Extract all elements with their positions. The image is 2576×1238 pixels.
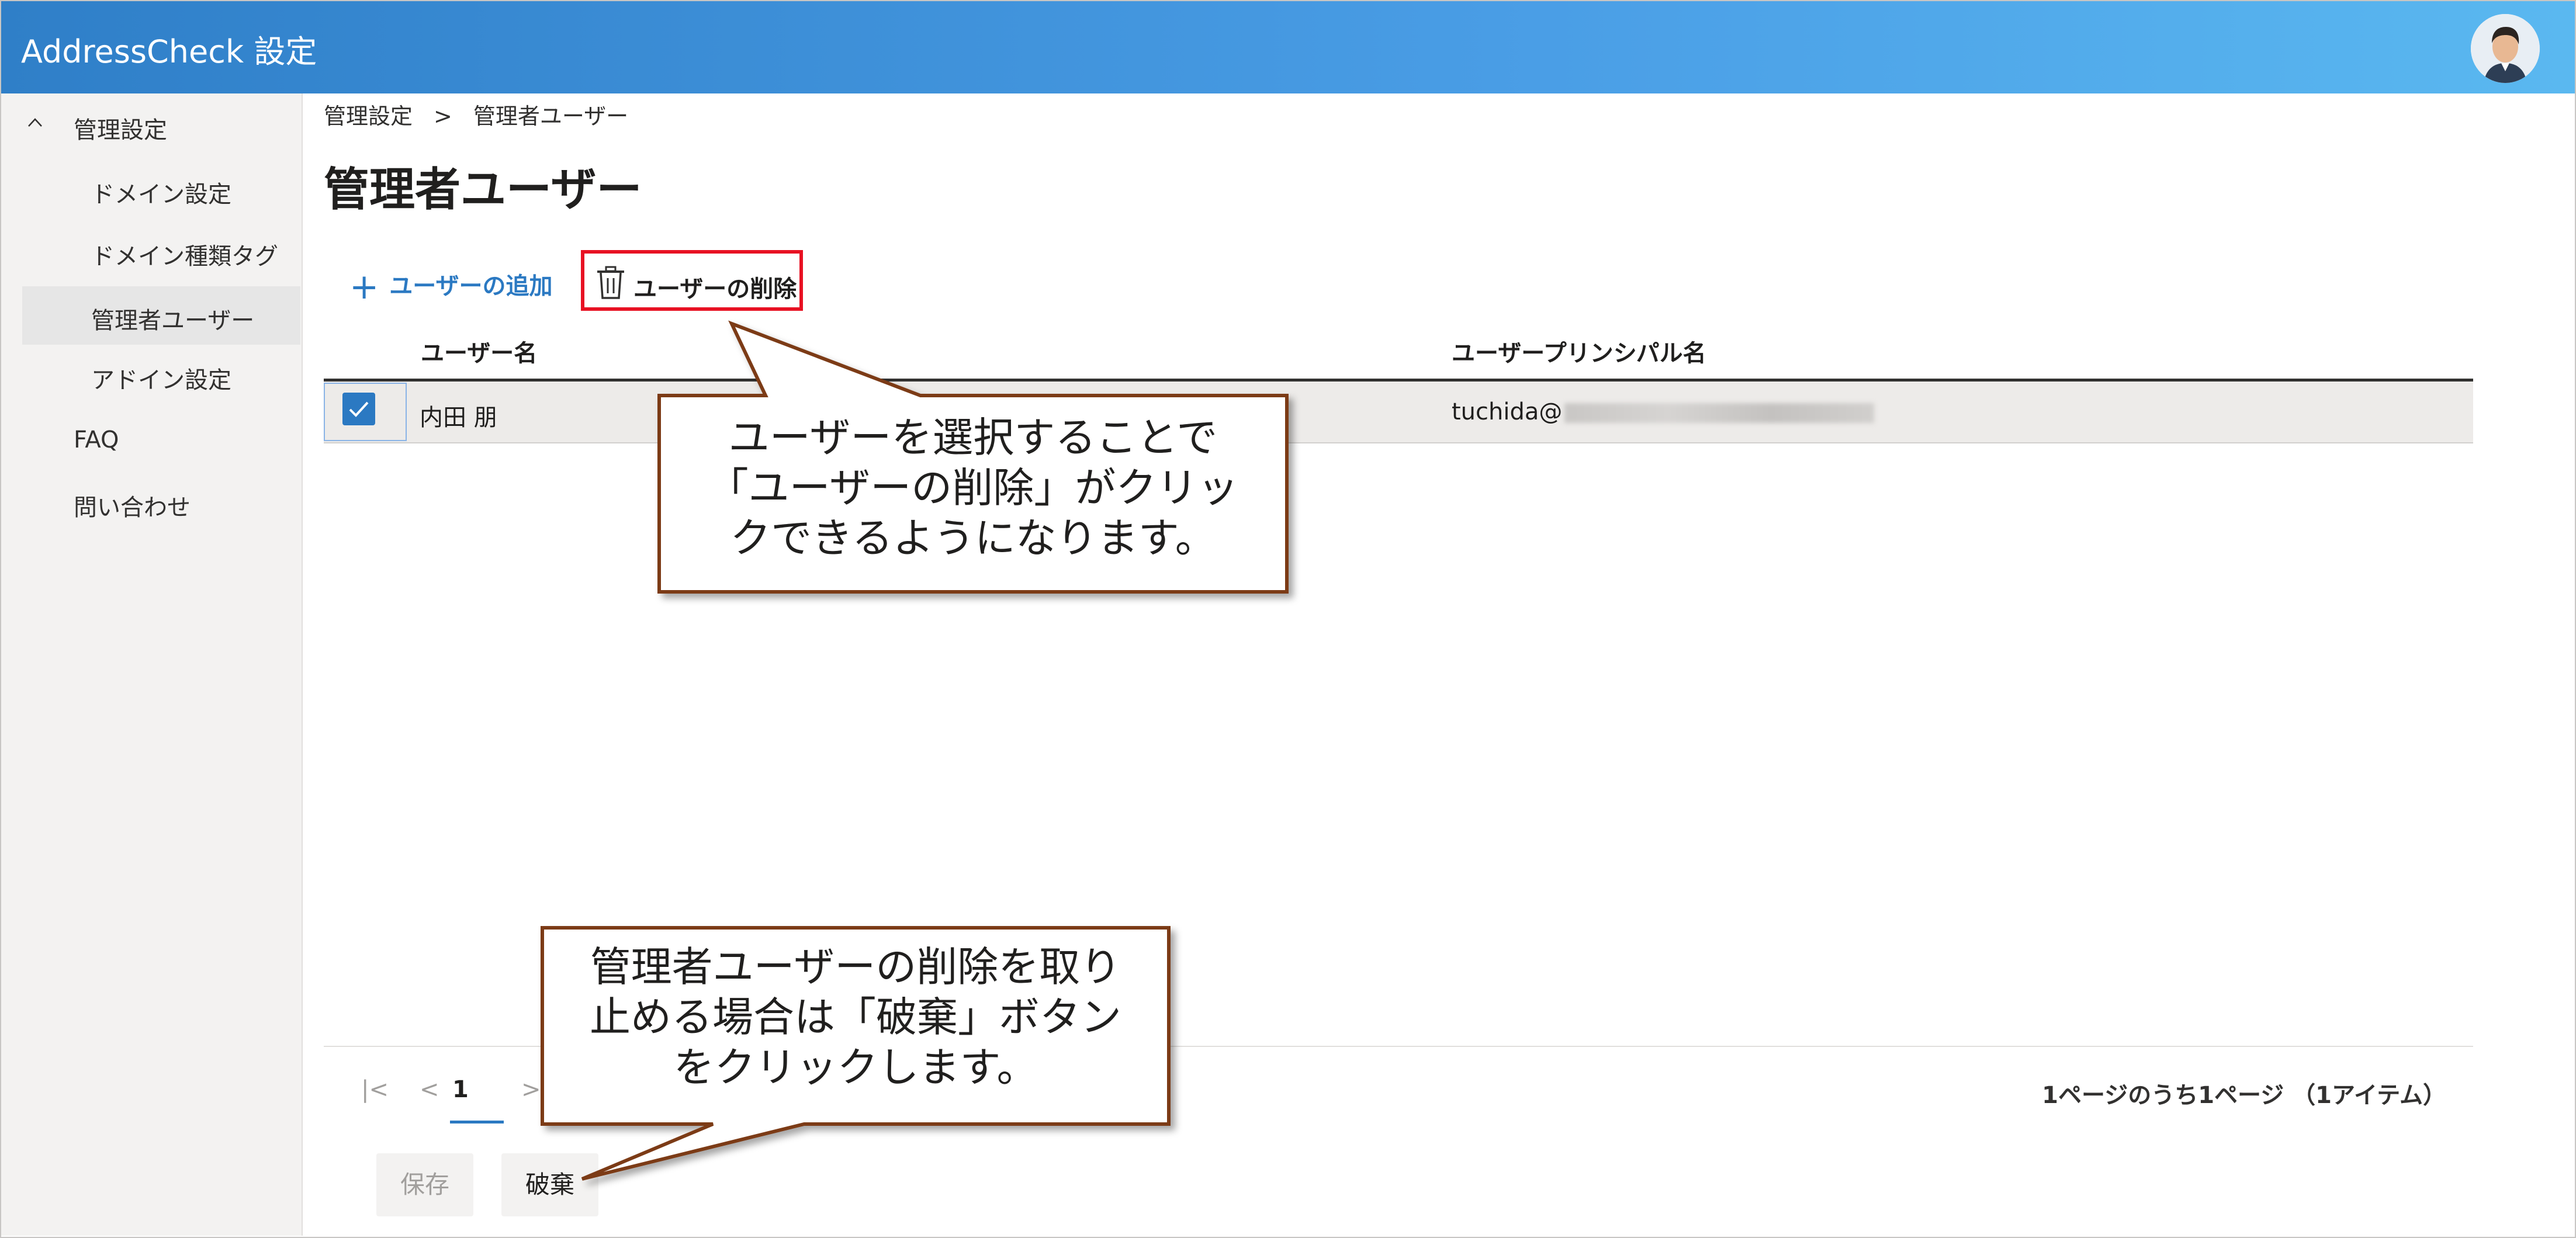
callout-discard-hint: 管理者ユーザーの削除を取り 止める場合は「破棄」ボタン をクリックします。 (555, 942, 1156, 1093)
page-title: 管理者ユーザー (324, 164, 642, 216)
sidebar-item-domain-type-tag[interactable]: ドメイン種類タグ (91, 237, 278, 271)
sidebar-item-admin-settings[interactable]: 管理設定 (74, 111, 167, 145)
plus-icon: + (349, 266, 379, 307)
user-avatar[interactable] (2471, 14, 2540, 83)
cell-upn: tuchida@ (1452, 398, 1875, 425)
breadcrumb-current: 管理者ユーザー (473, 103, 629, 129)
sidebar-item-faq[interactable]: FAQ (74, 426, 119, 453)
callout-discard-hint-line-2: 止める場合は「破棄」ボタン (590, 993, 1121, 1041)
breadcrumb-separator: > (434, 103, 452, 129)
table-row[interactable] (324, 382, 2473, 443)
trash-icon (597, 266, 624, 299)
callout-discard-hint-line-1: 管理者ユーザーの削除を取り (590, 943, 1121, 991)
column-header-username[interactable]: ユーザー名 (421, 334, 537, 368)
first-page-icon[interactable]: |< (361, 1076, 389, 1103)
sidebar-item-contact[interactable]: 問い合わせ (74, 488, 191, 522)
app-header: AddressCheck 設定 (1, 1, 2575, 93)
pager-current-page[interactable]: 1 (452, 1076, 469, 1103)
cell-username: 内田 朋 (420, 404, 497, 431)
pager-current-indicator (450, 1121, 504, 1123)
pager-info: 1ページのうち1ページ （1アイテム） (2042, 1082, 2446, 1109)
redacted-domain (1564, 403, 1875, 423)
save-button[interactable]: 保存 (376, 1153, 473, 1216)
callout-delete-hint-line-1: ユーザーを選択することで (728, 414, 1218, 462)
callout-delete-hint: ユーザーを選択することで 「ユーザーの削除」がクリッ クできるようになります。 (672, 412, 1274, 563)
avatar-photo-icon (2471, 14, 2540, 83)
callout-delete-hint-line-2: 「ユーザーの削除」がクリッ (707, 464, 1239, 512)
callout-delete-hint-line-3: クできるようになります。 (730, 514, 1216, 562)
breadcrumb-parent[interactable]: 管理設定 (324, 103, 413, 129)
delete-user-label: ユーザーの削除 (633, 276, 797, 303)
next-page-icon[interactable]: > (521, 1076, 541, 1103)
app-title: AddressCheck 設定 (21, 33, 317, 70)
callout-discard-hint-line-3: をクリックします。 (673, 1043, 1038, 1091)
sidebar-item-label: 管理者ユーザー (91, 307, 255, 334)
sidebar-item-admin-users[interactable]: 管理者ユーザー (22, 286, 300, 345)
prev-page-icon[interactable]: < (420, 1076, 439, 1103)
discard-button[interactable]: 破棄 (501, 1153, 598, 1216)
breadcrumb: 管理設定 > 管理者ユーザー (324, 98, 628, 130)
checkmark-icon (349, 401, 369, 417)
delete-user-button[interactable]: ユーザーの削除 (581, 250, 803, 311)
add-user-button[interactable]: + ユーザーの追加 (349, 266, 552, 307)
row-checkbox[interactable] (342, 393, 375, 425)
chevron-up-icon[interactable] (27, 115, 43, 131)
sidebar-item-addin-settings[interactable]: アドイン設定 (91, 361, 231, 395)
column-header-upn[interactable]: ユーザープリンシパル名 (1452, 334, 1706, 368)
add-user-label: ユーザーの追加 (389, 273, 553, 300)
cell-upn-text: tuchida@ (1452, 398, 1563, 425)
sidebar-item-domain-settings[interactable]: ドメイン設定 (91, 175, 231, 209)
